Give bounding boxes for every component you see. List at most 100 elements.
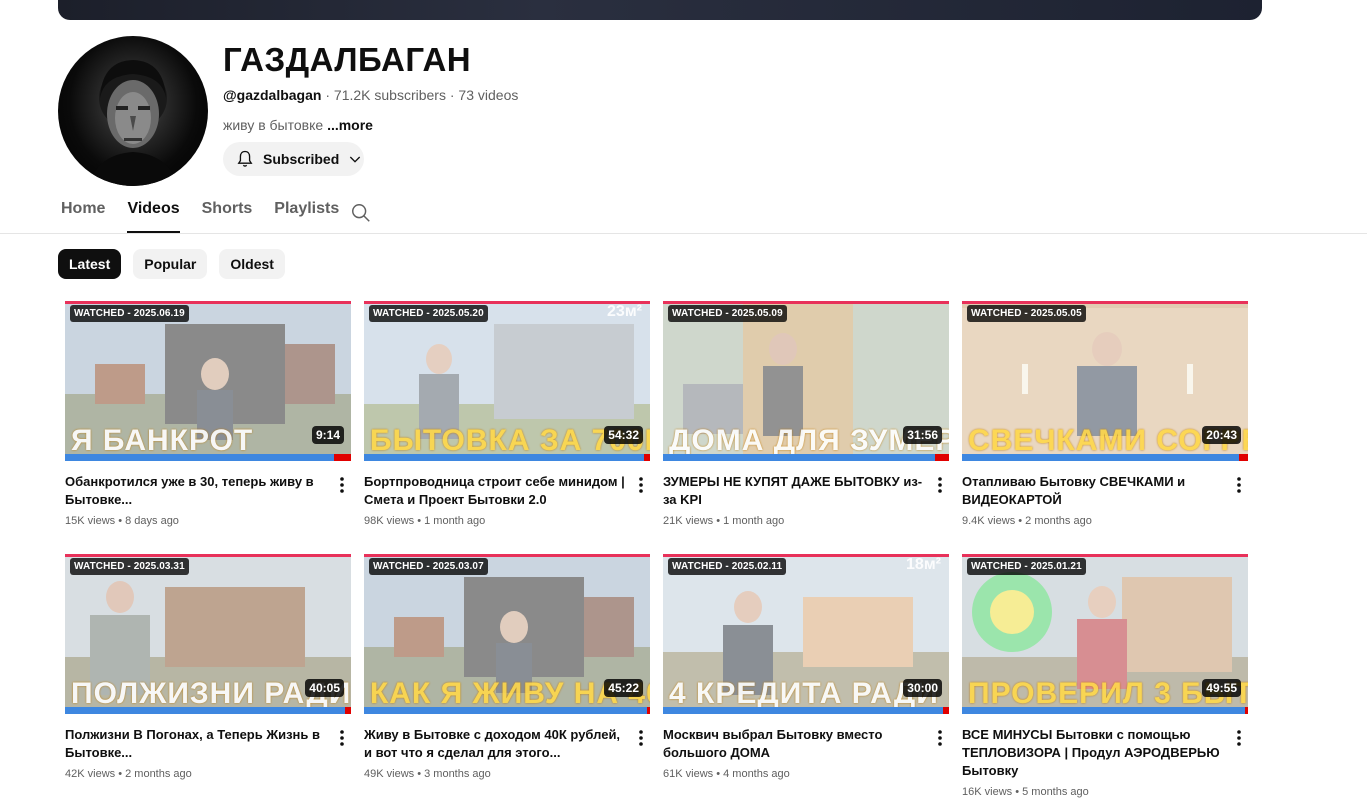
duration-badge: 31:56 bbox=[903, 426, 942, 444]
tab-home[interactable]: Home bbox=[61, 200, 105, 233]
video-card[interactable]: ПОЛЖИЗНИ РАДИ БЫТОВКИWATCHED - 2025.03.3… bbox=[65, 554, 351, 780]
watch-progress-bar bbox=[962, 707, 1248, 714]
duration-badge: 20:43 bbox=[1202, 426, 1241, 444]
view-count: 61K views bbox=[663, 768, 714, 780]
area-badge: 18м² bbox=[906, 556, 941, 573]
video-title[interactable]: Полжизни В Погонах, а Теперь Жизнь в Быт… bbox=[65, 726, 331, 762]
video-title[interactable]: Отапливаю Бытовку СВЕЧКАМИ и ВИДЕОКАРТОЙ bbox=[962, 473, 1228, 509]
video-card[interactable]: 4 КРЕДИТА РАДИ БЫТОВКИ18м²WATCHED - 2025… bbox=[663, 554, 949, 780]
chip-popular[interactable]: Popular bbox=[133, 249, 208, 279]
video-title[interactable]: Бортпроводница строит себе минидом | Сме… bbox=[364, 473, 630, 509]
video-stats: 49K views • 3 months ago bbox=[364, 768, 491, 780]
view-count: 49K views bbox=[364, 768, 415, 780]
bell-icon bbox=[237, 150, 253, 167]
upload-age: 3 months ago bbox=[424, 768, 491, 780]
kebab-menu-icon bbox=[1237, 730, 1241, 746]
watch-progress-bar bbox=[364, 454, 650, 461]
channel-description: живу в бытовке ...more bbox=[223, 117, 373, 133]
video-card[interactable]: БЫТОВКА ЗА 700К 23м² WATCHED - 2025.05.20 5… bbox=[364, 301, 650, 527]
watch-progress-bar bbox=[663, 454, 949, 461]
tabs-divider bbox=[0, 233, 1367, 234]
watch-progress-fill bbox=[65, 454, 334, 461]
watch-progress-fill bbox=[364, 454, 645, 461]
duration-badge: 49:55 bbox=[1202, 679, 1241, 697]
more-actions-button[interactable] bbox=[933, 729, 947, 752]
tab-playlists[interactable]: Playlists bbox=[274, 200, 339, 233]
channel-name: ГАЗДАЛБАГАН bbox=[223, 41, 472, 78]
video-count: 73 videos bbox=[458, 87, 519, 103]
video-title[interactable]: ВСЕ МИНУСЫ Бытовки с помощью ТЕПЛОВИЗОРА… bbox=[962, 726, 1228, 780]
upload-age: 4 months ago bbox=[723, 768, 790, 780]
video-stats: 9.4K views • 2 months ago bbox=[962, 515, 1092, 527]
video-stats: 42K views • 2 months ago bbox=[65, 768, 192, 780]
watch-progress-bar bbox=[663, 707, 949, 714]
more-actions-button[interactable] bbox=[634, 476, 648, 499]
view-count: 9.4K views bbox=[962, 515, 1016, 527]
watched-badge: WATCHED - 2025.05.05 bbox=[967, 305, 1086, 322]
watched-badge: WATCHED - 2025.01.21 bbox=[967, 558, 1086, 575]
video-thumbnail[interactable]: БЫТОВКА ЗА 700К 23м² WATCHED - 2025.05.20 5… bbox=[364, 301, 650, 461]
video-title[interactable]: Живу в Бытовке с доходом 40К рублей, и в… bbox=[364, 726, 630, 762]
video-thumbnail[interactable]: ПРОВЕРИЛ 3 БЫТОВКИ ТЕПЛОВИЗОРОМWATCHED -… bbox=[962, 554, 1248, 714]
tab-shorts[interactable]: Shorts bbox=[202, 200, 253, 233]
meta-separator: · bbox=[325, 87, 331, 103]
kebab-menu-icon bbox=[340, 730, 344, 746]
video-stats: 61K views • 4 months ago bbox=[663, 768, 790, 780]
video-title[interactable]: Москвич выбрал Бытовку вместо большого Д… bbox=[663, 726, 929, 762]
chip-latest[interactable]: Latest bbox=[58, 249, 122, 279]
video-title[interactable]: Обанкротился уже в 30, теперь живу в Быт… bbox=[65, 473, 331, 509]
video-thumbnail[interactable]: ПОЛЖИЗНИ РАДИ БЫТОВКИWATCHED - 2025.03.3… bbox=[65, 554, 351, 714]
video-thumbnail[interactable]: СВЕЧКАМИ СОГРЕЛ БЫТОВКУWATCHED - 2025.05… bbox=[962, 301, 1248, 461]
kebab-menu-icon bbox=[938, 730, 942, 746]
video-stats: 16K views • 5 months ago bbox=[962, 786, 1089, 798]
duration-badge: 40:05 bbox=[305, 679, 344, 697]
video-card[interactable]: СВЕЧКАМИ СОГРЕЛ БЫТОВКУWATCHED - 2025.05… bbox=[962, 301, 1248, 527]
video-stats: 98K views • 1 month ago bbox=[364, 515, 486, 527]
video-card[interactable]: Я БАНКРОТ WATCHED - 2025.06.19 9:14 Обанкро… bbox=[65, 301, 351, 527]
video-card[interactable]: ПРОВЕРИЛ 3 БЫТОВКИ ТЕПЛОВИЗОРОМWATCHED -… bbox=[962, 554, 1248, 798]
video-thumbnail[interactable]: КАК Я ЖИВУ НА 40.000 РWATCHED - 2025.03.… bbox=[364, 554, 650, 714]
chevron-down-icon bbox=[350, 156, 361, 163]
watch-progress-fill bbox=[663, 454, 935, 461]
channel-avatar[interactable] bbox=[58, 36, 208, 186]
view-count: 21K views bbox=[663, 515, 714, 527]
kebab-menu-icon bbox=[639, 477, 643, 493]
thumbnail-caption: Я БАНКРОТ bbox=[71, 424, 254, 457]
more-actions-button[interactable] bbox=[933, 476, 947, 499]
chip-oldest[interactable]: Oldest bbox=[219, 249, 285, 279]
more-actions-button[interactable] bbox=[1232, 729, 1246, 752]
view-count: 15K views bbox=[65, 515, 116, 527]
watched-badge: WATCHED - 2025.05.20 bbox=[369, 305, 488, 322]
duration-badge: 45:22 bbox=[604, 679, 643, 697]
video-thumbnail[interactable]: Я БАНКРОТ WATCHED - 2025.06.19 9:14 bbox=[65, 301, 351, 461]
video-card[interactable]: КАК Я ЖИВУ НА 40.000 РWATCHED - 2025.03.… bbox=[364, 554, 650, 780]
tab-videos[interactable]: Videos bbox=[127, 200, 180, 233]
subscribed-button[interactable]: Subscribed bbox=[223, 142, 364, 176]
watch-progress-fill bbox=[962, 454, 1240, 461]
video-stats: 21K views • 1 month ago bbox=[663, 515, 785, 527]
more-actions-button[interactable] bbox=[634, 729, 648, 752]
video-thumbnail[interactable]: 4 КРЕДИТА РАДИ БЫТОВКИ18м²WATCHED - 2025… bbox=[663, 554, 949, 714]
more-actions-button[interactable] bbox=[335, 476, 349, 499]
avatar-portrait bbox=[88, 60, 178, 186]
upload-age: 5 months ago bbox=[1022, 786, 1089, 798]
video-stats: 15K views • 8 days ago bbox=[65, 515, 179, 527]
upload-age: 1 month ago bbox=[723, 515, 785, 527]
more-link[interactable]: ...more bbox=[327, 117, 373, 133]
kebab-menu-icon bbox=[1237, 477, 1241, 493]
area-badge: 23м² bbox=[607, 303, 642, 320]
watched-badge: WATCHED - 2025.06.19 bbox=[70, 305, 189, 322]
video-card[interactable]: ДОМА ДЛЯ ЗУМЕРОВWATCHED - 2025.05.0931:5… bbox=[663, 301, 949, 527]
more-actions-button[interactable] bbox=[335, 729, 349, 752]
watch-progress-bar bbox=[962, 454, 1248, 461]
more-actions-button[interactable] bbox=[1232, 476, 1246, 499]
duration-badge: 9:14 bbox=[311, 426, 344, 444]
channel-banner bbox=[58, 0, 1262, 20]
video-title[interactable]: ЗУМЕРЫ НЕ КУПЯТ ДАЖЕ БЫТОВКУ из-за KPI bbox=[663, 473, 929, 509]
watch-progress-bar bbox=[65, 454, 351, 461]
channel-search-button[interactable] bbox=[350, 202, 372, 229]
kebab-menu-icon bbox=[938, 477, 942, 493]
meta-separator: · bbox=[449, 87, 455, 103]
video-thumbnail[interactable]: ДОМА ДЛЯ ЗУМЕРОВWATCHED - 2025.05.0931:5… bbox=[663, 301, 949, 461]
watched-badge: WATCHED - 2025.03.31 bbox=[70, 558, 189, 575]
